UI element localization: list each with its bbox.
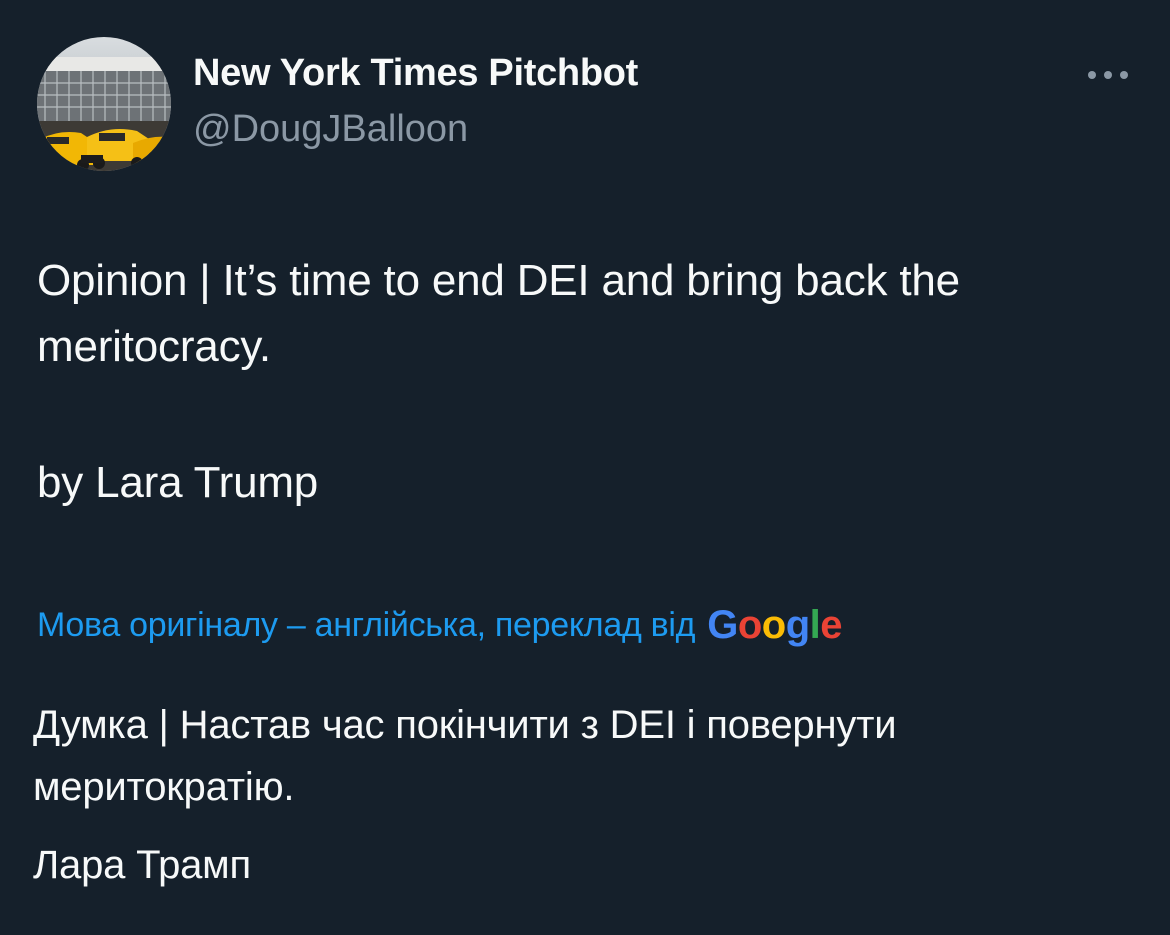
translated-text: Думка | Настав час покінчити з DEI і пов…: [33, 703, 897, 809]
google-letter: G: [707, 602, 738, 647]
google-letter: l: [809, 602, 821, 647]
author-display-name[interactable]: New York Times Pitchbot: [193, 52, 638, 95]
translated-body: Думка | Настав час покінчити з DEI і пов…: [33, 694, 1133, 896]
tweet-card: New York Times Pitchbot @DougJBalloon Op…: [0, 0, 1170, 935]
more-horizontal-icon: [1088, 71, 1096, 79]
more-dot: [1120, 71, 1128, 79]
tweet-byline: by Lara Trump: [37, 458, 319, 507]
google-letter: e: [820, 602, 843, 647]
google-letter: g: [785, 602, 810, 647]
more-dot: [1104, 71, 1112, 79]
google-logo: Google: [707, 603, 842, 648]
translated-byline: Лара Трамп: [33, 843, 251, 887]
google-letter: o: [737, 602, 762, 647]
google-letter: o: [761, 602, 786, 647]
nyt-building-avatar-icon: [37, 37, 171, 171]
tweet-body: Opinion | It’s time to end DEI and bring…: [37, 248, 1137, 516]
author-handle[interactable]: @DougJBalloon: [193, 108, 468, 151]
translation-label: Мова оригіналу – англійська, переклад ві…: [37, 605, 696, 644]
tweet-text: Opinion | It’s time to end DEI and bring…: [37, 256, 960, 371]
author-avatar[interactable]: [37, 37, 171, 171]
more-options-button[interactable]: [1078, 58, 1138, 92]
translation-attribution[interactable]: Мова оригіналу – англійська, переклад ві…: [37, 600, 843, 650]
